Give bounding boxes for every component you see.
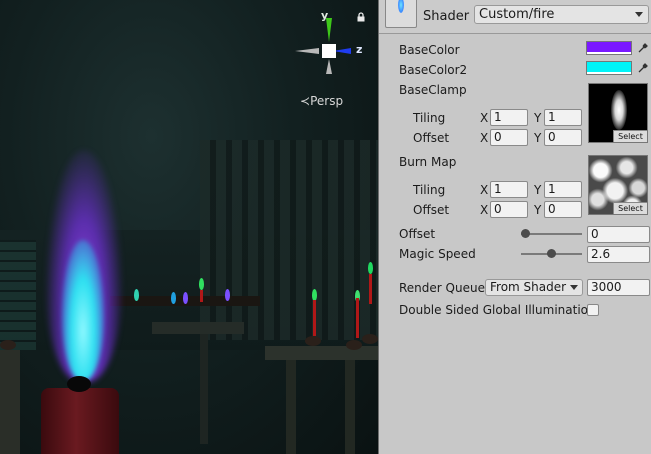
magic-speed-label: Magic Speed <box>399 247 476 261</box>
burn-map-tiling-label: Tiling <box>413 183 446 197</box>
gizmo-center-cube <box>322 44 336 58</box>
shader-header: Shader Custom/fire <box>379 0 651 34</box>
material-inspector: Shader Custom/fire BaseColor BaseColor2 … <box>378 0 651 454</box>
base-clamp-tiling-label: Tiling <box>413 111 446 125</box>
burn-map-select-button[interactable]: Select <box>613 202 647 214</box>
fire-flame-inner[interactable] <box>62 240 104 380</box>
burn-map-offset-x-label[interactable]: X <box>480 203 488 217</box>
burn-map-offset-y-field[interactable]: 0 <box>544 201 582 218</box>
render-queue-mode-dropdown[interactable]: From Shader <box>485 279 583 296</box>
offset-value-field[interactable]: 0 <box>587 226 650 243</box>
burn-map-offset-label: Offset <box>413 203 450 217</box>
offset-slider-knob[interactable] <box>521 229 530 238</box>
table-right <box>265 346 378 360</box>
base-color-label: BaseColor <box>399 43 460 57</box>
candle-holder <box>346 340 362 350</box>
burn-map-tiling-y-field[interactable]: 1 <box>544 181 582 198</box>
render-queue-value-field[interactable]: 3000 <box>587 279 650 296</box>
render-queue-label: Render Queue <box>399 281 485 295</box>
persp-arrow-icon: ≺ <box>300 94 311 108</box>
shader-dropdown[interactable]: Custom/fire <box>474 5 649 24</box>
burner-base[interactable] <box>41 388 119 454</box>
base-clamp-texture-preview <box>611 90 627 130</box>
candle <box>200 290 203 302</box>
base-clamp-offset-x-field[interactable]: 0 <box>490 129 528 146</box>
scene-view[interactable]: y z ≺Persp <box>0 0 378 454</box>
chevron-down-icon <box>635 12 643 17</box>
magic-speed-value-field[interactable]: 2.6 <box>587 246 650 263</box>
candle-flame <box>199 278 204 290</box>
table-right-leg <box>286 360 296 454</box>
candle-flame <box>368 262 373 274</box>
base-clamp-tiling-x-label[interactable]: X <box>480 111 488 125</box>
offset-slider-track[interactable] <box>521 233 582 235</box>
orientation-gizmo[interactable]: y z <box>293 9 365 90</box>
candle-flame <box>171 292 176 304</box>
table-center <box>152 322 244 334</box>
burn-map-offset-y-label[interactable]: Y <box>534 203 541 217</box>
magic-speed-slider-knob[interactable] <box>547 249 556 258</box>
gizmo-x-axis-cone <box>295 48 319 54</box>
base-clamp-tiling-y-field[interactable]: 1 <box>544 109 582 126</box>
burn-map-tiling-y-label[interactable]: Y <box>534 183 541 197</box>
candle-flame <box>225 289 230 301</box>
burner-nozzle <box>67 376 91 392</box>
base-clamp-texture-slot[interactable]: Select <box>588 83 648 143</box>
burn-map-tiling-x-label[interactable]: X <box>480 183 488 197</box>
base-clamp-offset-x-label[interactable]: X <box>480 131 488 145</box>
double-sided-gi-checkbox[interactable] <box>587 304 599 316</box>
gizmo-neg-y-axis-cone <box>326 59 332 74</box>
eyedropper-icon[interactable] <box>637 42 649 54</box>
candle <box>313 300 316 336</box>
burn-map-label: Burn Map <box>399 155 457 169</box>
base-clamp-tiling-x-field[interactable]: 1 <box>490 109 528 126</box>
candle-flame <box>183 292 188 304</box>
base-color-swatch[interactable] <box>586 41 632 55</box>
table-center-leg <box>200 334 208 444</box>
candle <box>356 298 359 338</box>
base-clamp-offset-y-field[interactable]: 0 <box>544 129 582 146</box>
eyedropper-icon[interactable] <box>637 62 649 74</box>
gizmo-y-label[interactable]: y <box>321 9 328 22</box>
base-clamp-label: BaseClamp <box>399 83 467 97</box>
candle <box>369 274 372 304</box>
candle-holder <box>0 340 16 350</box>
right-wall-panels <box>200 140 378 340</box>
table-right-leg2 <box>345 360 355 454</box>
table-left <box>0 350 20 454</box>
base-color2-swatch[interactable] <box>586 61 632 75</box>
offset-label: Offset <box>399 227 436 241</box>
candle-holder <box>362 334 378 344</box>
burn-map-offset-x-field[interactable]: 0 <box>490 201 528 218</box>
burn-map-texture-slot[interactable]: Select <box>588 155 648 215</box>
burn-map-tiling-x-field[interactable]: 1 <box>490 181 528 198</box>
projection-toggle[interactable]: ≺Persp <box>300 94 343 108</box>
left-window-grid <box>0 240 36 350</box>
shader-label: Shader <box>423 9 470 24</box>
material-preview-thumbnail <box>385 0 417 28</box>
base-clamp-tiling-y-label[interactable]: Y <box>534 111 541 125</box>
base-clamp-offset-y-label[interactable]: Y <box>534 131 541 145</box>
base-clamp-offset-label: Offset <box>413 131 450 145</box>
candle-holder <box>305 336 321 346</box>
projection-label: Persp <box>310 94 344 108</box>
shader-dropdown-value: Custom/fire <box>479 7 555 22</box>
gizmo-z-label[interactable]: z <box>356 43 362 56</box>
base-clamp-select-button[interactable]: Select <box>613 130 647 142</box>
candle-flame <box>134 289 139 301</box>
chevron-down-icon <box>570 285 578 290</box>
base-color2-label: BaseColor2 <box>399 63 468 77</box>
double-sided-gi-label: Double Sided Global Illumination <box>399 303 596 317</box>
render-queue-mode-value: From Shader <box>490 280 567 294</box>
